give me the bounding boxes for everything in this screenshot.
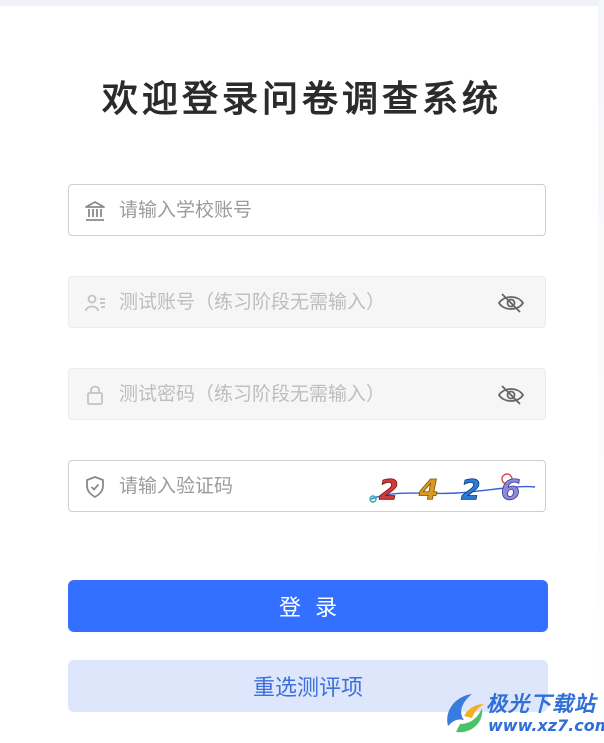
watermark: 极光下载站 www.xz7.com (442, 684, 604, 740)
page-title: 欢迎登录问卷调查系统 (101, 79, 502, 120)
top-band (0, 0, 604, 6)
captcha-field[interactable]: 2 4 2 6 (68, 460, 546, 512)
shield-check-icon (86, 476, 104, 498)
lock-icon (87, 385, 103, 405)
captcha-char-2: 4 (418, 473, 438, 506)
captcha-char-4: 6 (501, 473, 520, 506)
test-password-field[interactable] (68, 368, 546, 420)
watermark-name: 极光下载站 (486, 692, 596, 716)
login-button[interactable]: 登录 (68, 580, 548, 632)
captcha-char-1: 2 (379, 473, 398, 506)
captcha-char-3: 2 (461, 473, 480, 506)
aurora-logo-icon (447, 694, 484, 733)
bank-icon (85, 201, 105, 221)
test-password-input[interactable] (119, 369, 499, 419)
eye-off-icon[interactable] (497, 291, 525, 315)
school-account-field[interactable] (68, 184, 546, 236)
user-card-icon (85, 294, 105, 312)
test-account-field[interactable] (68, 276, 546, 328)
watermark-url: www.xz7.com (488, 716, 604, 735)
test-account-input[interactable] (119, 277, 499, 327)
captcha-input[interactable] (119, 461, 369, 511)
eye-off-icon[interactable] (497, 383, 525, 407)
captcha-image[interactable]: 2 4 2 6 (367, 465, 537, 507)
school-account-input[interactable] (119, 185, 499, 235)
